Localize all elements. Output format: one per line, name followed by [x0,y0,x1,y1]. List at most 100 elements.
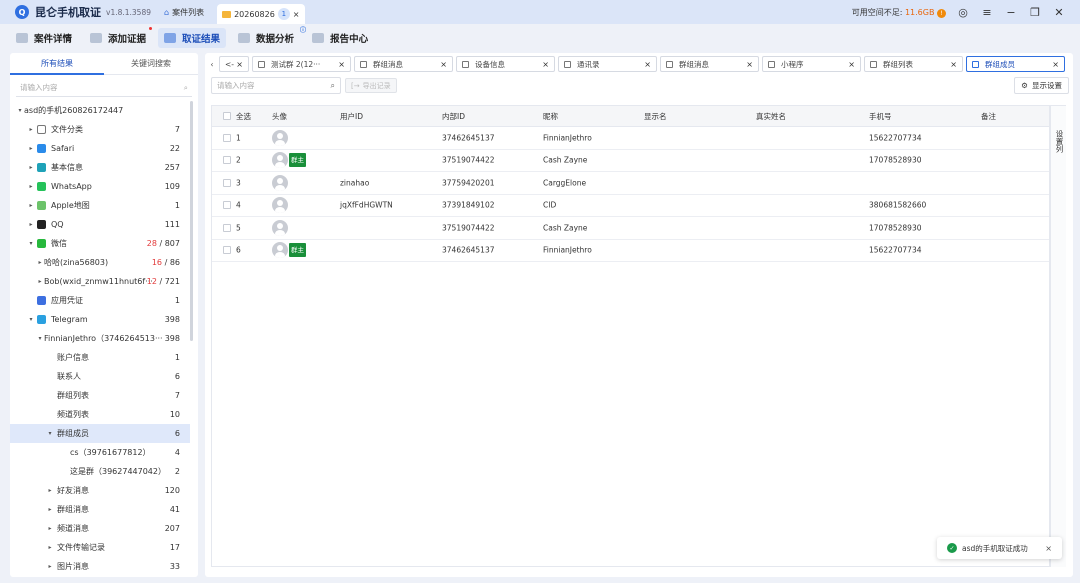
tab-close-icon[interactable]: × [293,10,300,19]
collapse-arrow-icon[interactable]: ▸ [36,259,44,266]
collapse-arrow-icon[interactable]: ▸ [27,221,35,228]
tree-item[interactable]: ▸ 群组消息 41 [10,500,190,519]
collapse-arrow-icon[interactable]: ▸ [27,183,35,190]
tab-case-20260826[interactable]: 20260826 1 × [217,4,305,24]
tree-item[interactable]: ▸ 好友消息 120 [10,481,190,500]
tab-close-icon[interactable]: × [440,60,447,69]
expand-arrow-icon[interactable]: ▾ [36,335,44,342]
table-row[interactable]: 5 37519074422 Cash Zayne 17078528930 [212,217,1049,240]
tab-close-icon[interactable]: × [848,60,855,69]
table-search-input[interactable]: 请输入内容 ⌕ [211,77,341,94]
page-tab[interactable]: 通讯录 × [558,56,657,72]
expand-arrow-icon[interactable]: ▾ [46,430,54,437]
row-checkbox[interactable] [223,178,231,187]
report-center-button[interactable]: 报告中心 [306,28,374,48]
collapse-arrow-icon[interactable]: ▸ [27,202,35,209]
collapse-arrow-icon[interactable]: ▸ [46,563,54,570]
toast-close-icon[interactable]: × [1045,544,1052,553]
page-tab[interactable]: 设备信息 × [456,56,555,72]
search-icon[interactable]: ⌕ [184,83,188,93]
column-header[interactable]: 全选 [236,111,251,122]
table-row[interactable]: 1 37462645137 FinnianJethro 15622707734 [212,127,1049,150]
tab-close-icon[interactable]: × [950,60,957,69]
column-settings-panel[interactable]: 设置列 [1050,105,1066,567]
collapse-arrow-icon[interactable]: ▸ [46,487,54,494]
tree-item[interactable]: 频道列表 10 [10,405,190,424]
tree-item[interactable]: ▾ FinnianJethro（3746264513··· 398 [10,329,190,348]
case-details-button[interactable]: 案件详情 [10,28,78,48]
export-records-button[interactable]: [→ 导出记录 [345,78,397,93]
tab-close-icon[interactable]: × [338,60,345,69]
search-icon[interactable]: ⌕ [331,81,335,91]
page-tab[interactable]: 测试群 2(12··· × [252,56,351,72]
tree-item[interactable]: ▸ Apple地图 1 [10,196,190,215]
tabs-scroll-left-icon[interactable]: ‹ [205,60,219,69]
add-evidence-button[interactable]: 添加证据 [84,27,153,48]
row-checkbox[interactable] [223,156,231,165]
collapse-arrow-icon[interactable]: ▸ [27,126,35,133]
tree-item[interactable]: ▸ 文件传输记录 17 [10,538,190,557]
minimize-icon[interactable]: − [1004,6,1018,19]
row-checkbox[interactable] [223,223,231,232]
collapse-arrow-icon[interactable]: ▸ [46,506,54,513]
page-tab[interactable]: 小程序 × [762,56,861,72]
tab-close-icon[interactable]: × [542,60,549,69]
tab-close-icon[interactable]: × [644,60,651,69]
tree-item[interactable]: 联系人 6 [10,367,190,386]
tree-item[interactable]: ▸ 频道消息 207 [10,519,190,538]
row-checkbox[interactable] [223,246,231,255]
tab-close-icon[interactable]: × [236,60,243,69]
expand-arrow-icon[interactable]: ▾ [27,240,35,247]
data-analysis-button[interactable]: 数据分析 ⓘ [232,27,306,48]
select-all-checkbox[interactable] [223,112,231,120]
tree-item[interactable]: ▾ 群组成员 6 [10,424,190,443]
page-tab[interactable]: <- × [219,56,249,72]
collapse-arrow-icon[interactable]: ▸ [27,145,35,152]
table-row[interactable]: 2 群主 37519074422 Cash Zayne 17078528930 [212,150,1049,172]
table-row[interactable]: 4 jqXfFdHGWTN 37391849102 CID 380681582660 [212,195,1049,217]
tree-item[interactable]: ▸ Safari 22 [10,139,190,158]
close-window-icon[interactable]: ✕ [1052,6,1066,19]
tree-item[interactable]: 群组列表 7 [10,386,190,405]
tree-item[interactable]: ▸ WhatsApp 109 [10,177,190,196]
collapse-arrow-icon[interactable]: ▸ [27,164,35,171]
display-settings-button[interactable]: ⚙ 显示设置 [1014,77,1069,94]
tree-item[interactable]: ▸ 基本信息 257 [10,158,190,177]
tab-close-icon[interactable]: × [746,60,753,69]
tree-item[interactable]: ▸ 图片消息 33 [10,557,190,576]
tree-item[interactable]: ▾ asd的手机260826172447 [10,101,190,120]
tab-case-list[interactable]: ⌂ 案件列表 [159,3,209,21]
tree-item[interactable]: 这是群（39627447042） 2 [10,462,190,481]
tab-all-results[interactable]: 所有结果 [10,53,104,75]
expand-arrow-icon[interactable]: ▾ [27,316,35,323]
tab-close-icon[interactable]: × [1052,60,1059,69]
page-tab[interactable]: 群组消息 × [660,56,759,72]
tree-search-input[interactable]: 请输入内容 ⌕ [16,79,192,97]
settings-icon[interactable]: ◎ [956,6,970,19]
tree-item[interactable]: 应用凭证 1 [10,291,190,310]
tree-item[interactable]: ▸ Bob(wxid_znmw11hnut6f··· 12 / 721 [10,272,190,291]
row-checkbox[interactable] [223,133,231,142]
page-tab[interactable]: 群组消息 × [354,56,453,72]
page-tab[interactable]: 群组列表 × [864,56,963,72]
table-row[interactable]: 6 群主 37462645137 FinnianJethro 15622707734 [212,240,1049,262]
tree-item[interactable]: ▾ Telegram 398 [10,310,190,329]
tab-keyword-search[interactable]: 关键词搜索 [104,53,198,75]
table-row[interactable]: 3 zinahao 37759420201 CarggElone [212,172,1049,195]
menu-icon[interactable]: ≡ [980,6,994,19]
tree-item[interactable]: 账户信息 1 [10,348,190,367]
tree-item[interactable]: cs（39761677812） 4 [10,443,190,462]
row-checkbox[interactable] [223,201,231,210]
tree-item[interactable]: ▾ 微信 28 / 807 [10,234,190,253]
tree-scrollbar[interactable] [190,101,193,341]
tree-item[interactable]: ▸ 文件分类 7 [10,120,190,139]
forensic-results-button[interactable]: 取证结果 [158,28,227,48]
tree-item[interactable]: ▸ 哈哈(zina56803) 16 / 86 [10,253,190,272]
collapse-arrow-icon[interactable]: ▸ [46,525,54,532]
restore-icon[interactable]: ❐ [1028,6,1042,19]
tree-item[interactable]: ▸ QQ 111 [10,215,190,234]
expand-arrow-icon[interactable]: ▾ [16,107,24,114]
page-tab[interactable]: 群组成员 × [966,56,1065,72]
collapse-arrow-icon[interactable]: ▸ [46,544,54,551]
collapse-arrow-icon[interactable]: ▸ [36,278,44,285]
